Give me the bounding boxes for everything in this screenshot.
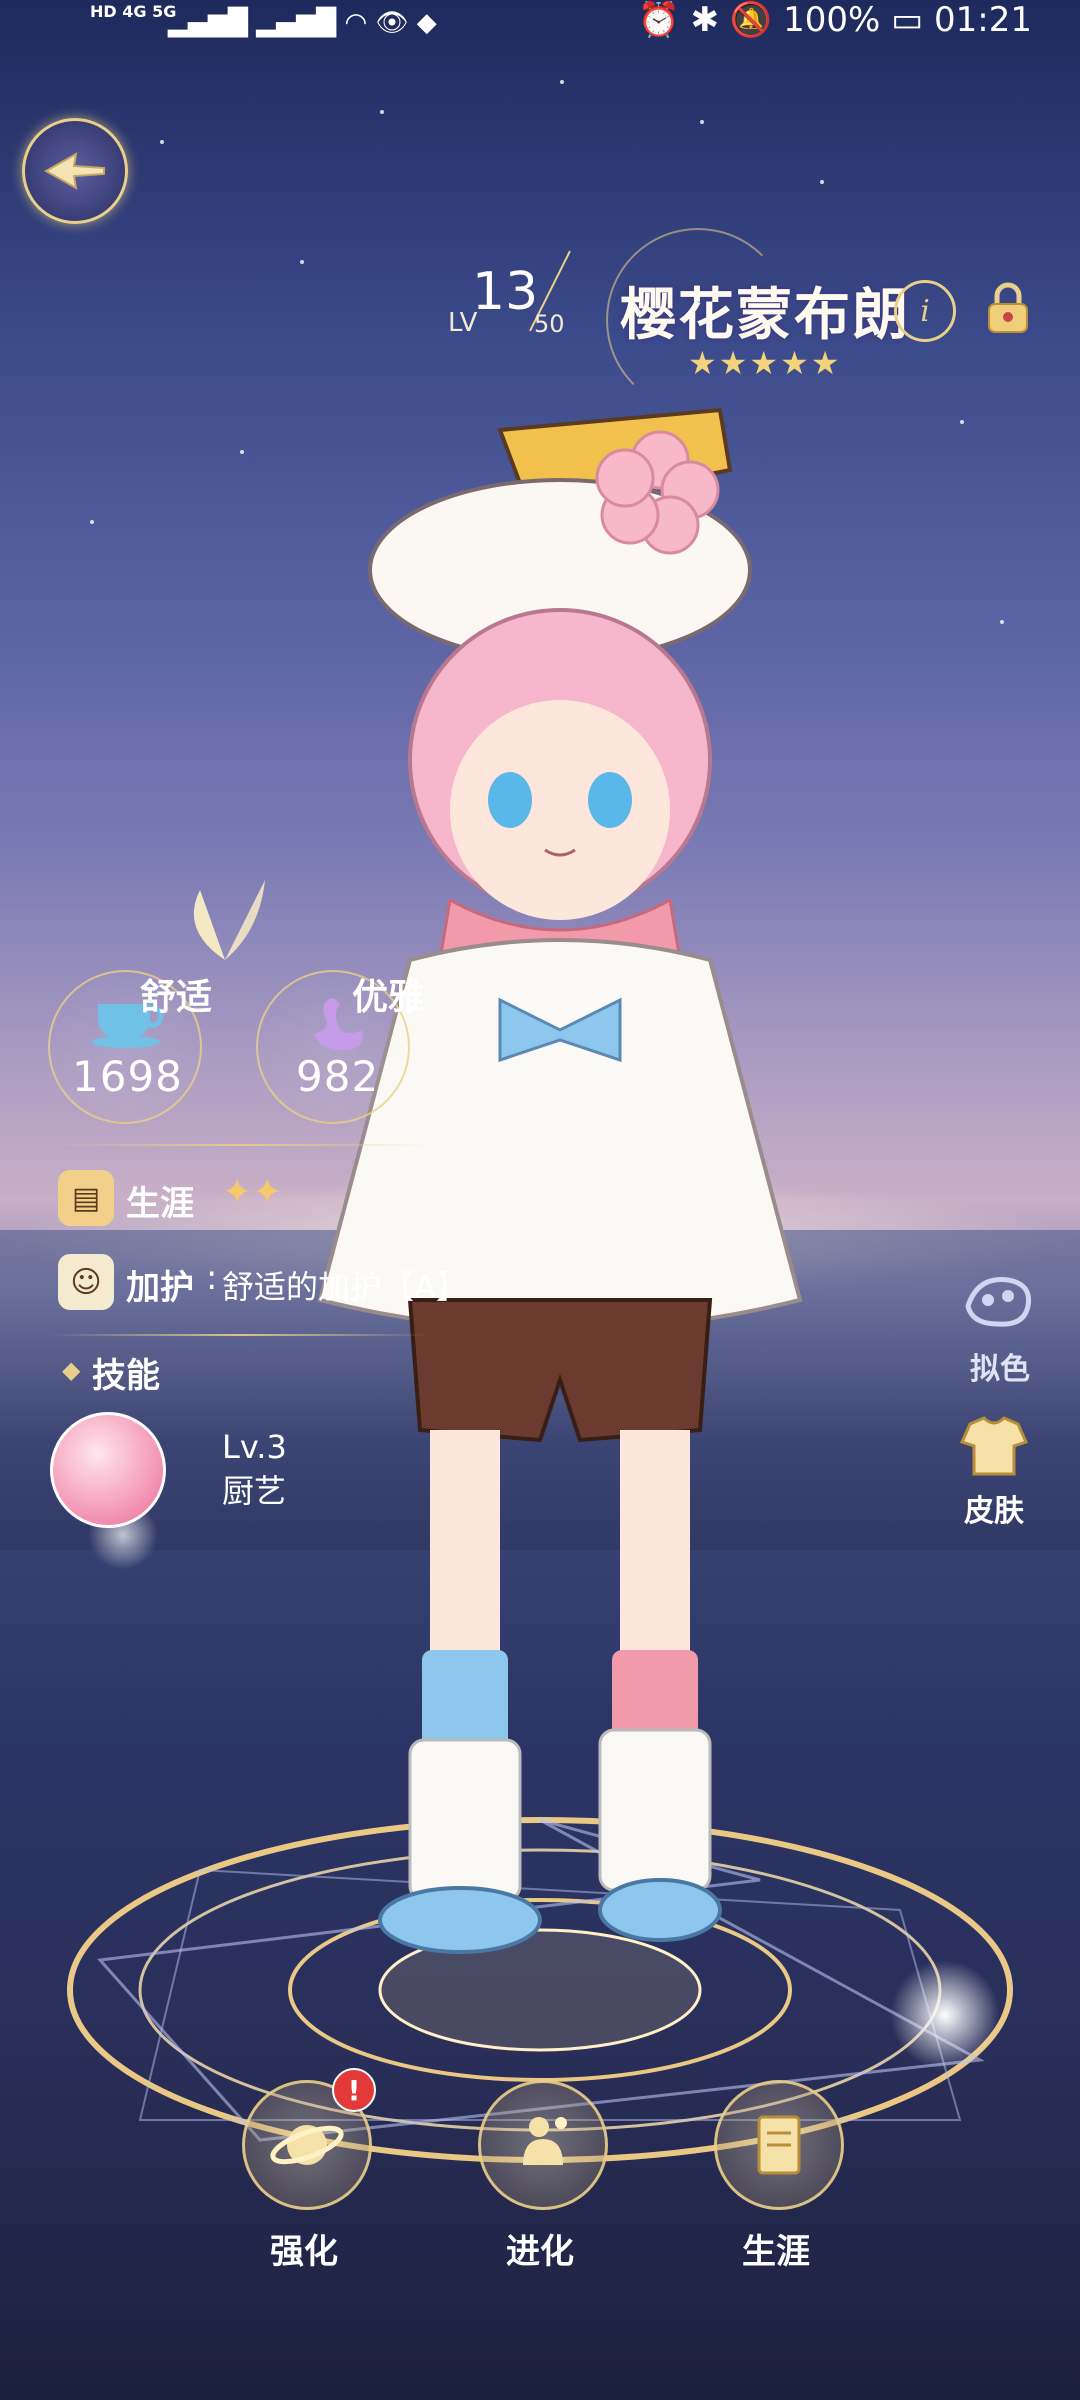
protection-separator: :	[206, 1258, 218, 1298]
planet-icon	[270, 2125, 344, 2165]
skin-button[interactable]	[954, 1412, 1034, 1482]
butterfly-icon	[193, 880, 265, 960]
skin-icon	[959, 1416, 1029, 1476]
pencil-icon: i	[920, 293, 930, 329]
rarity-stars: ★★★★★	[688, 344, 842, 382]
comfort-value: 1698	[72, 1052, 183, 1101]
career-row-icon: ▤	[58, 1170, 114, 1226]
lock-button[interactable]	[978, 278, 1038, 338]
evolve-label[interactable]: 进化	[470, 2224, 610, 2273]
mute-icon: 🔕	[729, 0, 773, 40]
level-max: 50	[534, 310, 565, 338]
elegance-label: 优雅	[352, 977, 425, 1018]
protection-value: 舒适的加护【A】	[222, 1268, 468, 1306]
dye-button[interactable]	[958, 1266, 1038, 1336]
character-name: 樱花蒙布朗	[620, 283, 910, 348]
divider	[50, 1334, 430, 1336]
alarm-icon: ⏰	[637, 0, 680, 40]
career-label[interactable]: 生涯	[126, 1176, 194, 1225]
skill-level: Lv.3	[222, 1428, 287, 1466]
network-indicator: HD 4G 5G	[90, 2, 177, 21]
evolve-icon	[523, 2117, 567, 2165]
status-right: ⏰ ✱ 🔕 100% ▭ 01:21	[637, 0, 1032, 40]
career-button-label[interactable]: 生涯	[706, 2224, 846, 2273]
light-orb	[890, 1960, 1000, 2070]
battery-percent: 100%	[783, 0, 881, 40]
elegance-value: 982	[296, 1052, 380, 1101]
lock-icon	[988, 282, 1028, 333]
skill-name: 厨艺	[222, 1472, 287, 1510]
career-book-icon	[757, 2115, 801, 2175]
clock: 01:21	[934, 0, 1032, 40]
back-arrow-icon	[43, 152, 105, 190]
signal-icon: ▂▄▆█ ▂▄▆█ ◠ 👁 ◆	[168, 8, 437, 38]
divider	[50, 1144, 430, 1146]
diamond-icon: ◆	[62, 1356, 81, 1384]
dye-icon	[965, 1277, 1032, 1327]
protection-row-icon: ☺	[58, 1254, 114, 1310]
back-button[interactable]	[22, 118, 128, 224]
skin-label[interactable]: 皮肤	[944, 1486, 1044, 1530]
protection-label[interactable]: 加护	[126, 1260, 194, 1309]
career-button[interactable]	[714, 2080, 844, 2210]
career-stars: ✦✦	[222, 1172, 283, 1213]
enhance-label[interactable]: 强化	[234, 2224, 374, 2273]
cooking-pot-icon[interactable]	[50, 1412, 166, 1528]
skill-section-label: 技能	[92, 1356, 160, 1396]
comfort-label: 舒适	[140, 977, 213, 1018]
edit-name-button[interactable]: i	[894, 280, 956, 342]
battery-icon: ▭	[891, 0, 924, 40]
bluetooth-icon: ✱	[690, 0, 720, 40]
character-model	[317, 407, 803, 1954]
dye-label[interactable]: 拟色	[950, 1344, 1050, 1388]
alert-badge: !	[332, 2068, 376, 2112]
status-bar: HD 4G 5G ▂▄▆█ ▂▄▆█ ◠ 👁 ◆ ⏰ ✱ 🔕 100% ▭ 01…	[0, 0, 1080, 44]
evolve-button[interactable]	[478, 2080, 608, 2210]
